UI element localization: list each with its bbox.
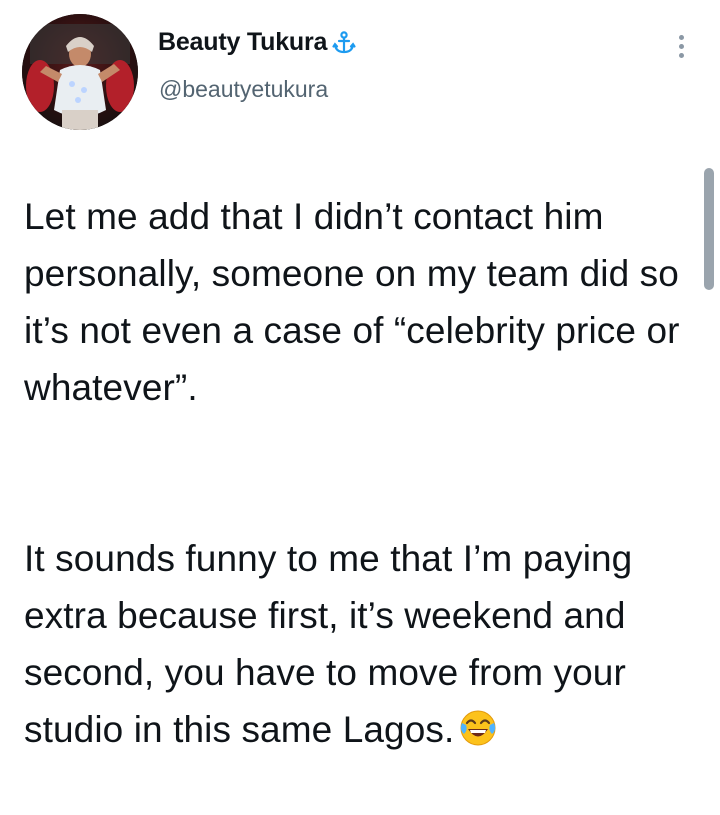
author-name-row[interactable]: Beauty Tukura: [158, 28, 357, 57]
avatar[interactable]: [22, 14, 138, 130]
dot: [678, 34, 684, 40]
more-options-icon[interactable]: [666, 28, 696, 64]
tweet-card: Beauty Tukura @beautyetukura Let me add …: [0, 0, 720, 750]
dot: [678, 43, 684, 49]
anchor-icon: [331, 30, 357, 56]
display-name[interactable]: Beauty Tukura: [158, 28, 327, 57]
tweet-text: Let me add that I didn’t contact him per…: [24, 131, 684, 815]
profile-photo-icon: [22, 14, 138, 130]
tweet-paragraph-2-text: It sounds funny to me that I’m paying ex…: [24, 538, 633, 750]
dot: [678, 52, 684, 58]
author-handle[interactable]: @beautyetukura: [159, 76, 328, 103]
scrollbar-thumb[interactable]: [704, 168, 714, 290]
tweet-paragraph-2: It sounds funny to me that I’m paying ex…: [24, 530, 684, 758]
face-with-tears-of-joy-emoji: [458, 707, 498, 747]
tweet-paragraph-1: Let me add that I didn’t contact him per…: [24, 196, 680, 408]
